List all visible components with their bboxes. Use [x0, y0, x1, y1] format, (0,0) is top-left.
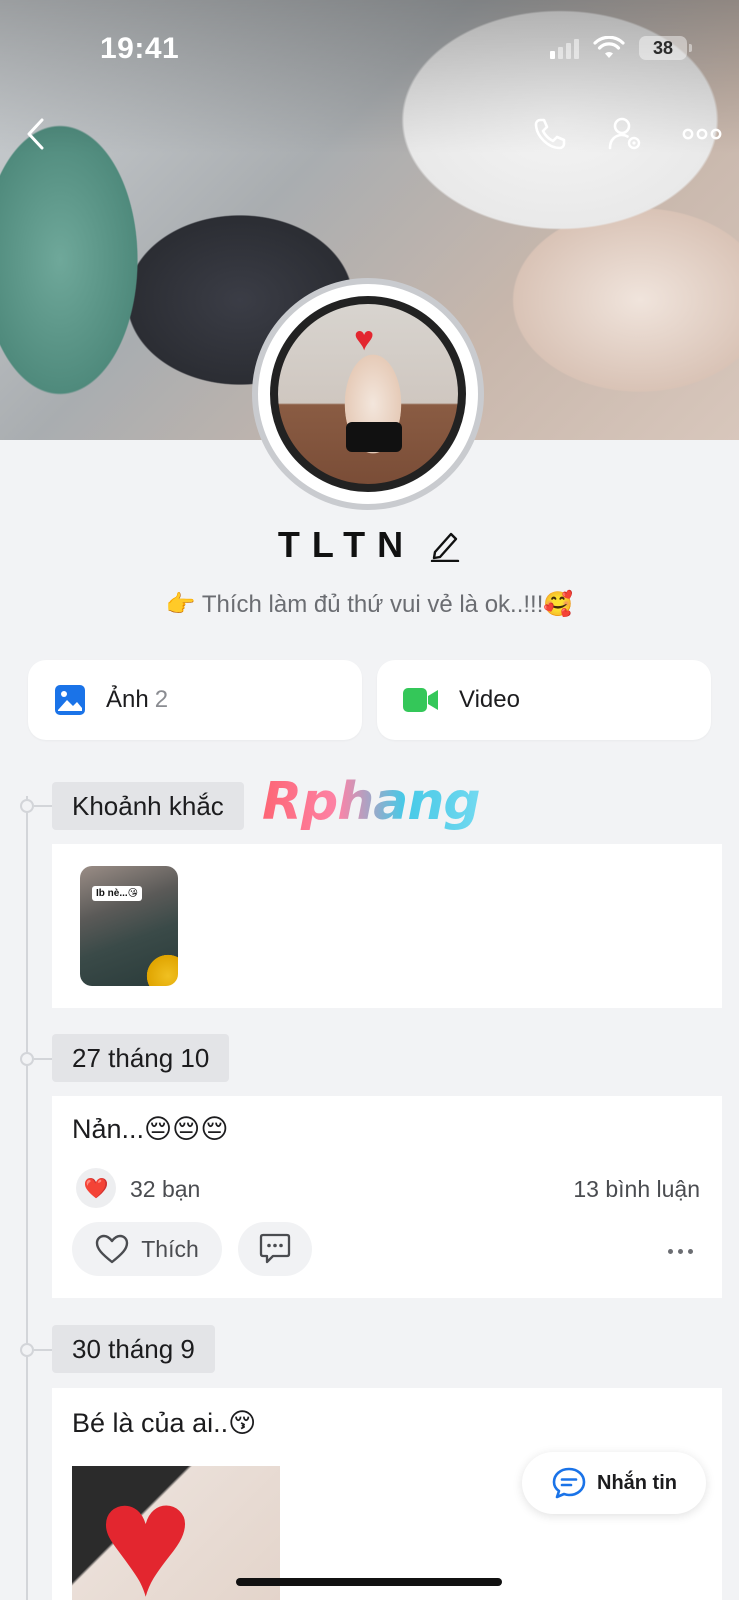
post-date-tag: 30 tháng 9 — [52, 1325, 215, 1373]
timeline-line — [26, 796, 28, 1600]
profile-name-row: TLTN — [0, 524, 739, 566]
timeline-dot — [20, 1052, 34, 1066]
moments-tag: Khoảnh khắc — [52, 782, 244, 830]
timeline-connector — [34, 1349, 52, 1351]
photos-label: Ảnh — [106, 686, 149, 713]
avatar-photo: ♥ — [270, 296, 466, 492]
photos-count: 2 — [154, 686, 169, 713]
pencil-icon[interactable] — [429, 528, 461, 562]
call-button[interactable] — [528, 112, 572, 156]
battery-icon: 38 — [639, 36, 692, 60]
more-horizontal-icon — [682, 128, 722, 140]
post-text: Nản...😔😔😔 — [72, 1114, 229, 1144]
video-label: Video — [459, 686, 520, 713]
video-button[interactable]: Video — [377, 660, 711, 740]
timeline-dot — [20, 1343, 34, 1357]
heart-outline-icon — [96, 1234, 129, 1264]
home-indicator[interactable] — [236, 1578, 502, 1586]
message-label: Nhắn tin — [597, 1471, 677, 1494]
avatar[interactable]: ♥ — [252, 278, 484, 510]
signal-icon — [550, 37, 579, 59]
heart-reaction-icon[interactable]: ❤️ — [76, 1168, 116, 1208]
comments-count[interactable]: 13 bình luận — [573, 1176, 700, 1203]
comment-button[interactable] — [238, 1222, 312, 1276]
profile-settings-button[interactable] — [604, 112, 648, 156]
comment-icon — [259, 1233, 291, 1264]
profile-bio: 👉 Thích làm đủ thứ vui vẻ là ok..!!!🥰 — [165, 591, 574, 618]
user-gear-icon — [608, 117, 641, 150]
back-button[interactable] — [14, 112, 58, 156]
timeline-connector — [34, 805, 52, 807]
moment-caption: Ib nè...😘 — [92, 886, 143, 901]
timeline-connector — [34, 1058, 52, 1060]
moments-card: Ib nè...😘 — [52, 844, 722, 1008]
post-text: Bé là của ai..😚 — [72, 1408, 257, 1438]
reaction-emoji: ❤️ — [83, 1177, 109, 1200]
photos-button[interactable]: Ảnh 2 — [28, 660, 362, 740]
status-bar: 19:41 38 — [0, 32, 739, 68]
like-label: Thích — [141, 1235, 199, 1262]
message-button[interactable]: Nhắn tin — [522, 1452, 706, 1514]
likes-count[interactable]: 32 bạn — [130, 1176, 200, 1203]
post-card: Nản...😔😔😔 ❤️ 32 bạn 13 bình luận Thích — [52, 1096, 722, 1298]
battery-level: 38 — [652, 37, 674, 58]
watermark-text: Rphang — [262, 772, 481, 832]
heart-sticker-icon: ♥ — [354, 320, 375, 358]
image-icon — [55, 685, 85, 715]
video-camera-icon — [403, 688, 438, 712]
more-options-button[interactable] — [680, 112, 724, 156]
moment-thumbnail[interactable]: Ib nè...😘 — [80, 866, 178, 986]
post-date-tag: 27 tháng 10 — [52, 1034, 230, 1082]
message-bubble-icon — [552, 1467, 586, 1499]
status-icons: 38 — [550, 36, 692, 60]
like-button[interactable]: Thích — [72, 1222, 222, 1276]
post-more-button[interactable] — [658, 1236, 702, 1266]
timeline-dot — [20, 799, 34, 813]
wifi-icon — [593, 36, 625, 58]
chevron-left-icon — [27, 118, 44, 150]
profile-name: TLTN — [277, 524, 416, 565]
heart-sticker-icon: ♥ — [98, 1466, 193, 1600]
status-time: 19:41 — [100, 32, 180, 65]
phone-icon — [534, 118, 566, 150]
